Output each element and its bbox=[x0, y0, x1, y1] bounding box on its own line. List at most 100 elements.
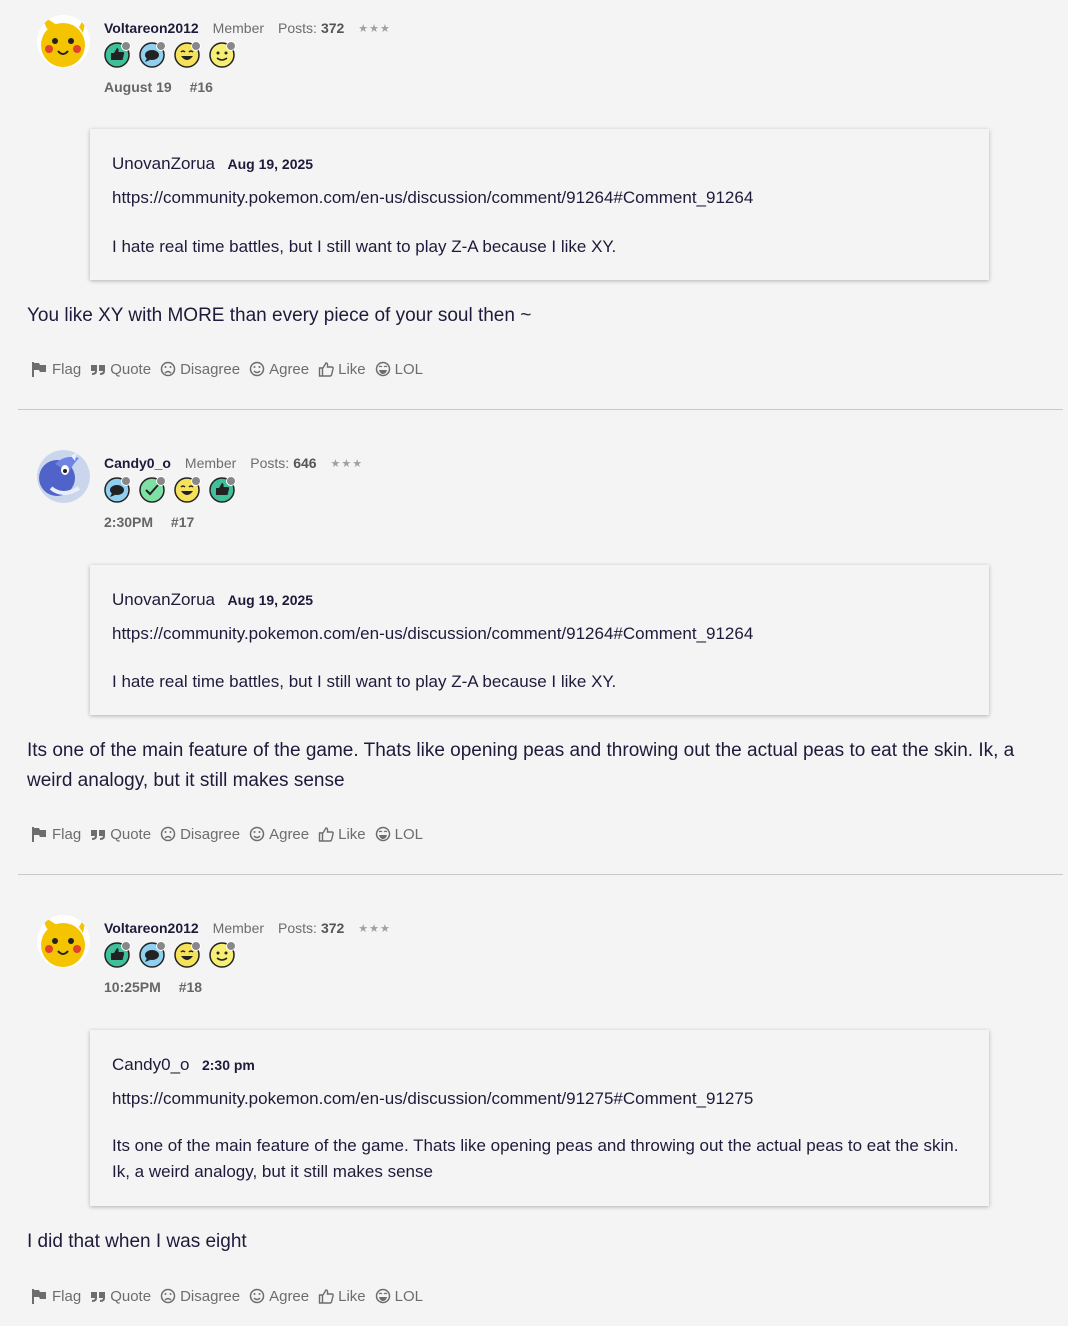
lol-button[interactable]: LOL bbox=[375, 361, 423, 378]
rank-stars: ★★★ bbox=[330, 457, 364, 470]
author-name[interactable]: Voltareon2012 bbox=[104, 920, 199, 936]
disagree-button[interactable]: Disagree bbox=[160, 361, 240, 378]
agree-label: Agree bbox=[269, 1287, 310, 1305]
quote-button[interactable]: Quote bbox=[90, 826, 151, 843]
post-date-line: August 19 #16 bbox=[104, 79, 227, 95]
reaction-bar: Flag Quote Disagree Agree Like LOL bbox=[31, 357, 432, 381]
quote-author[interactable]: Candy0_o bbox=[112, 1055, 190, 1074]
quote-link[interactable]: https://community.pokemon.com/en-us/disc… bbox=[112, 1089, 753, 1109]
post-date[interactable]: August 19 bbox=[104, 79, 172, 95]
quote-date: Aug 19, 2025 bbox=[227, 592, 314, 608]
lol-button[interactable]: LOL bbox=[375, 1288, 423, 1305]
post-date[interactable]: 2:30PM bbox=[104, 514, 153, 530]
flag-label: Flag bbox=[52, 360, 82, 378]
post-date[interactable]: 10:25PM bbox=[104, 979, 161, 995]
like-label: Like bbox=[338, 360, 366, 378]
smile-face-icon bbox=[249, 361, 265, 377]
flag-icon bbox=[32, 361, 46, 377]
agree-label: Agree bbox=[269, 825, 310, 843]
author-role: Member bbox=[212, 920, 265, 936]
smile-badge-icon[interactable] bbox=[209, 41, 236, 68]
like-button[interactable]: Like bbox=[318, 1288, 366, 1305]
pikachu-avatar[interactable] bbox=[37, 915, 90, 968]
author-role: Member bbox=[184, 455, 237, 471]
smile-badge-icon[interactable] bbox=[209, 941, 236, 968]
reaction-bar: Flag Quote Disagree Agree Like LOL bbox=[31, 1284, 432, 1308]
quote-label: Quote bbox=[110, 825, 152, 843]
sad-face-icon bbox=[160, 361, 176, 377]
post-number[interactable]: #16 bbox=[190, 79, 213, 95]
quote-date: Aug 19, 2025 bbox=[227, 156, 314, 172]
laughing-face-icon bbox=[375, 361, 390, 377]
author-name[interactable]: Voltareon2012 bbox=[104, 20, 199, 36]
flag-button[interactable]: Flag bbox=[31, 1288, 81, 1305]
first-comment-badge-icon[interactable] bbox=[139, 941, 166, 968]
post-body: I did that when I was eight bbox=[27, 1231, 247, 1252]
quote-block: UnovanZorua Aug 19, 2025 https://communi… bbox=[90, 129, 989, 280]
like-button[interactable]: Like bbox=[318, 826, 366, 843]
laughing-face-icon bbox=[375, 826, 390, 842]
flag-icon bbox=[32, 826, 46, 842]
first-like-badge-icon[interactable] bbox=[104, 41, 131, 68]
posts-label: Posts: bbox=[250, 455, 290, 471]
thumbs-up-icon bbox=[318, 1289, 334, 1304]
check-badge-icon[interactable] bbox=[139, 476, 166, 503]
post-body: Its one of the main feature of the game.… bbox=[27, 740, 1015, 791]
agree-button[interactable]: Agree bbox=[249, 1288, 309, 1305]
quote-icon bbox=[91, 830, 106, 840]
quote-button[interactable]: Quote bbox=[90, 1288, 151, 1305]
first-comment-badge-icon[interactable] bbox=[104, 476, 131, 503]
quote-icon bbox=[91, 365, 106, 375]
author-meta: Voltareon2012 Member Posts: 372 ★★★ bbox=[104, 919, 391, 937]
agree-button[interactable]: Agree bbox=[249, 361, 309, 378]
badge-list bbox=[104, 476, 244, 503]
flag-button[interactable]: Flag bbox=[31, 826, 81, 843]
laugh-badge-icon[interactable] bbox=[174, 41, 201, 68]
posts-label: Posts: bbox=[278, 20, 317, 36]
agree-button[interactable]: Agree bbox=[249, 826, 309, 843]
quote-link[interactable]: https://community.pokemon.com/en-us/disc… bbox=[112, 188, 753, 208]
thumbs-up-icon bbox=[318, 362, 334, 377]
laughing-face-icon bbox=[375, 1288, 390, 1304]
disagree-button[interactable]: Disagree bbox=[160, 1288, 240, 1305]
smile-face-icon bbox=[249, 826, 265, 842]
pikachu-avatar[interactable] bbox=[37, 15, 90, 68]
sad-face-icon bbox=[160, 1288, 176, 1304]
flag-label: Flag bbox=[52, 1287, 82, 1305]
flag-icon bbox=[32, 1288, 46, 1304]
rank-stars: ★★★ bbox=[358, 922, 391, 935]
quote-text: Its one of the main feature of the game.… bbox=[112, 1136, 959, 1181]
posts-count: 372 bbox=[320, 920, 345, 936]
disagree-button[interactable]: Disagree bbox=[160, 826, 240, 843]
first-like-badge-icon[interactable] bbox=[104, 941, 131, 968]
quote-label: Quote bbox=[110, 1287, 152, 1305]
laugh-badge-icon[interactable] bbox=[174, 941, 201, 968]
lol-button[interactable]: LOL bbox=[375, 826, 423, 843]
post-number[interactable]: #17 bbox=[171, 514, 194, 530]
quote-author[interactable]: UnovanZorua bbox=[112, 154, 215, 173]
disagree-label: Disagree bbox=[180, 825, 241, 843]
quote-date: 2:30 pm bbox=[201, 1057, 255, 1073]
lol-label: LOL bbox=[394, 360, 424, 378]
quote-text: I hate real time battles, but I still wa… bbox=[112, 672, 617, 691]
post-body: You like XY with MORE than every piece o… bbox=[27, 305, 532, 326]
disagree-label: Disagree bbox=[180, 1287, 241, 1305]
laugh-badge-icon[interactable] bbox=[174, 476, 201, 503]
flag-button[interactable]: Flag bbox=[31, 361, 81, 378]
quote-link[interactable]: https://community.pokemon.com/en-us/disc… bbox=[112, 624, 753, 644]
post-number[interactable]: #18 bbox=[179, 979, 202, 995]
like-button[interactable]: Like bbox=[318, 361, 366, 378]
posts-count: 646 bbox=[293, 455, 317, 471]
posts-label: Posts: bbox=[278, 920, 317, 936]
quote-label: Quote bbox=[110, 360, 152, 378]
badge-list bbox=[104, 941, 244, 968]
post-divider bbox=[18, 874, 1063, 875]
first-comment-badge-icon[interactable] bbox=[139, 41, 166, 68]
first-like-badge-icon[interactable] bbox=[209, 476, 236, 503]
dragonair-avatar[interactable] bbox=[37, 450, 90, 503]
quote-author[interactable]: UnovanZorua bbox=[112, 590, 215, 609]
author-name[interactable]: Candy0_o bbox=[104, 455, 171, 471]
sad-face-icon bbox=[160, 826, 176, 842]
quote-button[interactable]: Quote bbox=[90, 361, 151, 378]
rank-stars: ★★★ bbox=[358, 22, 391, 35]
